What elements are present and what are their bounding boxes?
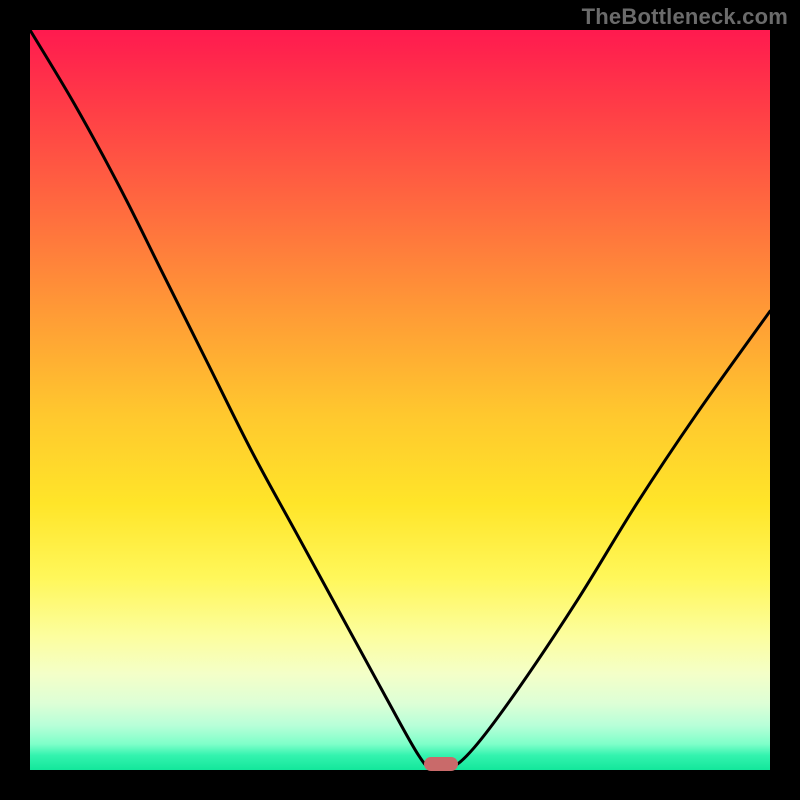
bottleneck-curve xyxy=(30,30,770,770)
chart-frame: TheBottleneck.com xyxy=(0,0,800,800)
plot-area xyxy=(30,30,770,770)
watermark-text: TheBottleneck.com xyxy=(582,4,788,30)
optimal-marker xyxy=(424,757,458,771)
